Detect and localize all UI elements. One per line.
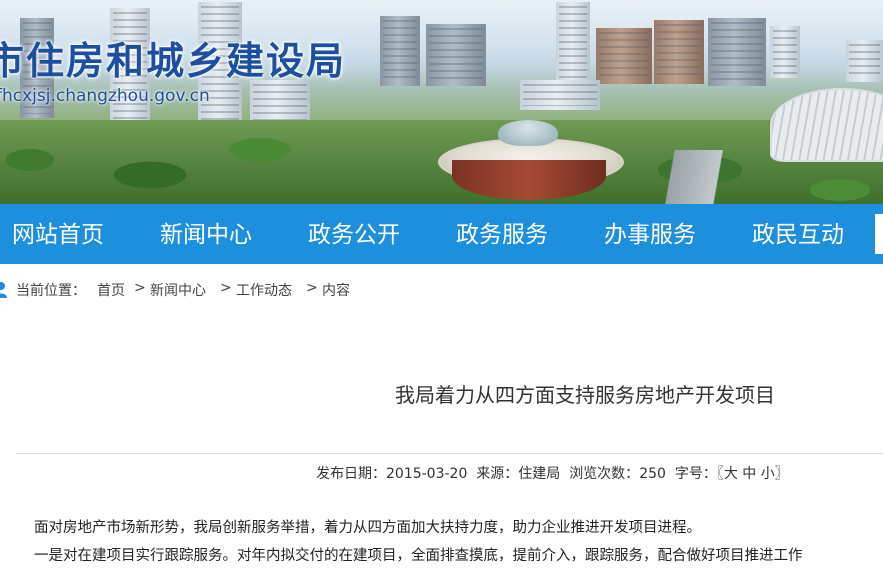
header-banner: 市住房和城乡建设局 fhcxjsj.changzhou.gov.cn: [0, 0, 883, 204]
nav-item-gov-services[interactable]: 政务服务: [456, 204, 548, 264]
stadium-base: [452, 160, 606, 200]
stadium-dome: [498, 120, 558, 146]
banner-road: [650, 150, 760, 204]
publish-date: 2015-03-20: [386, 466, 468, 482]
font-size-medium[interactable]: 中: [742, 466, 756, 482]
font-bracket-open: 〖: [716, 466, 724, 482]
views-count: 250: [639, 466, 666, 482]
nav-item-news[interactable]: 新闻中心: [160, 204, 252, 264]
article-paragraph: 一是对在建项目实行跟踪服务。对年内拟交付的在建项目，全面排查摸底，提前介入，跟踪…: [34, 548, 803, 564]
main-nav: 网站首页 新闻中心 政务公开 政务服务 办事服务 政民互动: [0, 204, 883, 264]
breadcrumb-separator: >: [134, 280, 146, 296]
breadcrumb-prefix: 当前位置：: [16, 283, 86, 299]
font-size-large[interactable]: 大: [724, 466, 738, 482]
breadcrumb-separator: >: [306, 280, 318, 296]
source-value: 住建局: [518, 466, 561, 482]
banner-stadium: [438, 120, 624, 204]
banner-building: [770, 26, 800, 78]
breadcrumb-current: 内容: [322, 283, 350, 299]
date-label: 发布日期：: [316, 466, 386, 482]
nav-item-interaction[interactable]: 政民互动: [752, 204, 844, 264]
banner-building: [596, 28, 652, 84]
nav-item-gov-affairs-open[interactable]: 政务公开: [308, 204, 400, 264]
article-title: 我局着力从四方面支持服务房地产开发项目: [395, 383, 775, 407]
breadcrumb-separator: >: [220, 280, 232, 296]
font-size-small[interactable]: 小: [761, 466, 775, 482]
breadcrumb-news[interactable]: 新闻中心: [150, 280, 206, 300]
font-size-label: 字号：: [674, 466, 717, 482]
breadcrumb-home[interactable]: 首页: [97, 280, 125, 300]
site-title: 市住房和城乡建设局: [0, 39, 347, 83]
article-paragraph: 面对房地产市场新形势，我局创新服务举措，着力从四方面加大扶持力度，助力企业推进开…: [34, 520, 701, 536]
source-label: 来源：: [476, 466, 519, 482]
site-url: fhcxjsj.changzhou.gov.cn: [0, 86, 210, 106]
banner-building: [846, 40, 883, 82]
banner-building: [426, 24, 486, 86]
breadcrumb-work-news[interactable]: 工作动态: [236, 280, 292, 300]
banner-building: [708, 18, 766, 86]
title-divider: [16, 453, 883, 454]
nav-next-item-edge[interactable]: [875, 214, 883, 254]
banner-building: [520, 80, 600, 110]
article-meta: 发布日期：2015-03-20 来源：住建局 浏览次数：250 字号：〖大 中 …: [316, 463, 789, 483]
views-label: 浏览次数：: [569, 466, 640, 482]
font-bracket-close: 〗: [774, 466, 789, 482]
banner-building: [654, 20, 704, 84]
nav-item-home[interactable]: 网站首页: [12, 204, 104, 264]
banner-arena: [770, 88, 883, 162]
banner-building: [556, 2, 590, 92]
location-pin-icon: [0, 282, 7, 298]
nav-item-business-services[interactable]: 办事服务: [604, 204, 696, 264]
banner-building: [380, 16, 420, 86]
